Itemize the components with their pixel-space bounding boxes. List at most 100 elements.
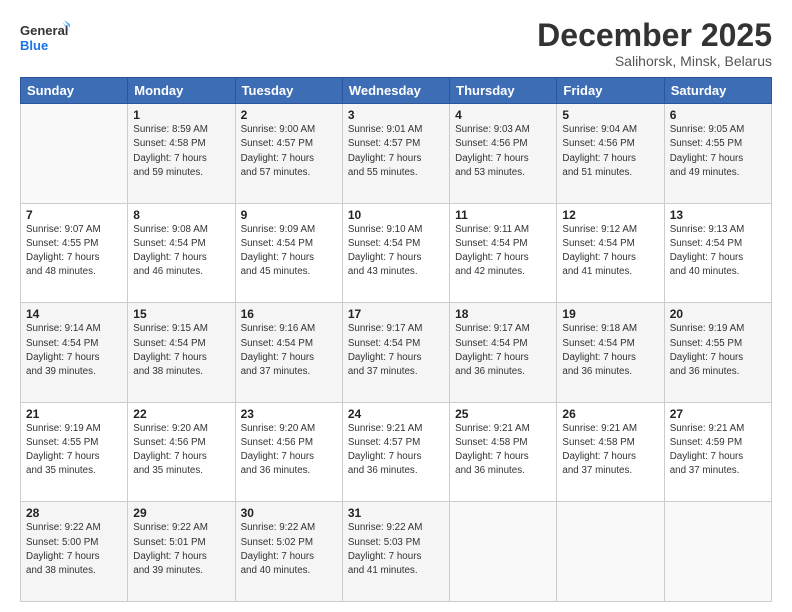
calendar-cell: 22Sunrise: 9:20 AMSunset: 4:56 PMDayligh… bbox=[128, 402, 235, 502]
calendar-cell: 11Sunrise: 9:11 AMSunset: 4:54 PMDayligh… bbox=[450, 203, 557, 303]
day-info: Sunrise: 9:21 AMSunset: 4:58 PMDaylight:… bbox=[455, 422, 551, 479]
day-info: Sunrise: 9:21 AMSunset: 4:57 PMDaylight:… bbox=[348, 422, 444, 479]
weekday-header-sunday: Sunday bbox=[21, 78, 128, 104]
weekday-header-saturday: Saturday bbox=[664, 78, 771, 104]
day-number: 20 bbox=[670, 307, 766, 321]
calendar-cell: 23Sunrise: 9:20 AMSunset: 4:56 PMDayligh… bbox=[235, 402, 342, 502]
svg-text:Blue: Blue bbox=[20, 38, 48, 53]
day-info: Sunrise: 9:15 AMSunset: 4:54 PMDaylight:… bbox=[133, 322, 229, 379]
calendar-cell: 17Sunrise: 9:17 AMSunset: 4:54 PMDayligh… bbox=[342, 303, 449, 403]
day-info: Sunrise: 9:09 AMSunset: 4:54 PMDaylight:… bbox=[241, 223, 337, 280]
weekday-header-wednesday: Wednesday bbox=[342, 78, 449, 104]
day-info: Sunrise: 9:18 AMSunset: 4:54 PMDaylight:… bbox=[562, 322, 658, 379]
main-title: December 2025 bbox=[537, 18, 772, 53]
calendar-week-4: 21Sunrise: 9:19 AMSunset: 4:55 PMDayligh… bbox=[21, 402, 772, 502]
day-info: Sunrise: 9:01 AMSunset: 4:57 PMDaylight:… bbox=[348, 123, 444, 180]
calendar-week-1: 1Sunrise: 8:59 AMSunset: 4:58 PMDaylight… bbox=[21, 104, 772, 204]
calendar-body: 1Sunrise: 8:59 AMSunset: 4:58 PMDaylight… bbox=[21, 104, 772, 602]
day-number: 7 bbox=[26, 208, 122, 222]
calendar-cell: 15Sunrise: 9:15 AMSunset: 4:54 PMDayligh… bbox=[128, 303, 235, 403]
calendar-cell: 10Sunrise: 9:10 AMSunset: 4:54 PMDayligh… bbox=[342, 203, 449, 303]
weekday-header-row: SundayMondayTuesdayWednesdayThursdayFrid… bbox=[21, 78, 772, 104]
calendar-cell: 31Sunrise: 9:22 AMSunset: 5:03 PMDayligh… bbox=[342, 502, 449, 602]
day-info: Sunrise: 9:21 AMSunset: 4:59 PMDaylight:… bbox=[670, 422, 766, 479]
day-number: 18 bbox=[455, 307, 551, 321]
calendar-cell: 16Sunrise: 9:16 AMSunset: 4:54 PMDayligh… bbox=[235, 303, 342, 403]
calendar-cell: 27Sunrise: 9:21 AMSunset: 4:59 PMDayligh… bbox=[664, 402, 771, 502]
day-info: Sunrise: 9:12 AMSunset: 4:54 PMDaylight:… bbox=[562, 223, 658, 280]
calendar-cell: 4Sunrise: 9:03 AMSunset: 4:56 PMDaylight… bbox=[450, 104, 557, 204]
day-info: Sunrise: 9:16 AMSunset: 4:54 PMDaylight:… bbox=[241, 322, 337, 379]
day-info: Sunrise: 8:59 AMSunset: 4:58 PMDaylight:… bbox=[133, 123, 229, 180]
calendar-header: SundayMondayTuesdayWednesdayThursdayFrid… bbox=[21, 78, 772, 104]
day-info: Sunrise: 9:22 AMSunset: 5:01 PMDaylight:… bbox=[133, 521, 229, 578]
day-info: Sunrise: 9:17 AMSunset: 4:54 PMDaylight:… bbox=[455, 322, 551, 379]
day-number: 12 bbox=[562, 208, 658, 222]
title-block: December 2025 Salihorsk, Minsk, Belarus bbox=[537, 18, 772, 69]
header: General Blue December 2025 Salihorsk, Mi… bbox=[20, 18, 772, 69]
day-info: Sunrise: 9:00 AMSunset: 4:57 PMDaylight:… bbox=[241, 123, 337, 180]
day-info: Sunrise: 9:19 AMSunset: 4:55 PMDaylight:… bbox=[670, 322, 766, 379]
day-number: 6 bbox=[670, 108, 766, 122]
calendar-cell: 2Sunrise: 9:00 AMSunset: 4:57 PMDaylight… bbox=[235, 104, 342, 204]
day-info: Sunrise: 9:21 AMSunset: 4:58 PMDaylight:… bbox=[562, 422, 658, 479]
weekday-header-friday: Friday bbox=[557, 78, 664, 104]
day-info: Sunrise: 9:19 AMSunset: 4:55 PMDaylight:… bbox=[26, 422, 122, 479]
day-info: Sunrise: 9:22 AMSunset: 5:03 PMDaylight:… bbox=[348, 521, 444, 578]
calendar-cell bbox=[21, 104, 128, 204]
day-info: Sunrise: 9:04 AMSunset: 4:56 PMDaylight:… bbox=[562, 123, 658, 180]
logo-svg: General Blue bbox=[20, 18, 70, 58]
day-number: 25 bbox=[455, 407, 551, 421]
day-number: 2 bbox=[241, 108, 337, 122]
calendar-cell bbox=[557, 502, 664, 602]
day-info: Sunrise: 9:08 AMSunset: 4:54 PMDaylight:… bbox=[133, 223, 229, 280]
day-info: Sunrise: 9:20 AMSunset: 4:56 PMDaylight:… bbox=[241, 422, 337, 479]
day-number: 30 bbox=[241, 506, 337, 520]
day-number: 14 bbox=[26, 307, 122, 321]
day-number: 26 bbox=[562, 407, 658, 421]
calendar-cell: 8Sunrise: 9:08 AMSunset: 4:54 PMDaylight… bbox=[128, 203, 235, 303]
day-number: 15 bbox=[133, 307, 229, 321]
calendar-cell: 6Sunrise: 9:05 AMSunset: 4:55 PMDaylight… bbox=[664, 104, 771, 204]
day-number: 28 bbox=[26, 506, 122, 520]
day-info: Sunrise: 9:13 AMSunset: 4:54 PMDaylight:… bbox=[670, 223, 766, 280]
weekday-header-tuesday: Tuesday bbox=[235, 78, 342, 104]
day-number: 16 bbox=[241, 307, 337, 321]
calendar-cell: 14Sunrise: 9:14 AMSunset: 4:54 PMDayligh… bbox=[21, 303, 128, 403]
day-info: Sunrise: 9:11 AMSunset: 4:54 PMDaylight:… bbox=[455, 223, 551, 280]
day-info: Sunrise: 9:03 AMSunset: 4:56 PMDaylight:… bbox=[455, 123, 551, 180]
day-number: 19 bbox=[562, 307, 658, 321]
day-info: Sunrise: 9:20 AMSunset: 4:56 PMDaylight:… bbox=[133, 422, 229, 479]
calendar-cell: 20Sunrise: 9:19 AMSunset: 4:55 PMDayligh… bbox=[664, 303, 771, 403]
day-number: 13 bbox=[670, 208, 766, 222]
calendar-week-5: 28Sunrise: 9:22 AMSunset: 5:00 PMDayligh… bbox=[21, 502, 772, 602]
day-info: Sunrise: 9:22 AMSunset: 5:00 PMDaylight:… bbox=[26, 521, 122, 578]
day-number: 3 bbox=[348, 108, 444, 122]
day-number: 24 bbox=[348, 407, 444, 421]
day-number: 31 bbox=[348, 506, 444, 520]
page: General Blue December 2025 Salihorsk, Mi… bbox=[0, 0, 792, 612]
day-number: 10 bbox=[348, 208, 444, 222]
calendar-cell: 25Sunrise: 9:21 AMSunset: 4:58 PMDayligh… bbox=[450, 402, 557, 502]
day-info: Sunrise: 9:05 AMSunset: 4:55 PMDaylight:… bbox=[670, 123, 766, 180]
day-number: 27 bbox=[670, 407, 766, 421]
calendar-week-3: 14Sunrise: 9:14 AMSunset: 4:54 PMDayligh… bbox=[21, 303, 772, 403]
day-info: Sunrise: 9:22 AMSunset: 5:02 PMDaylight:… bbox=[241, 521, 337, 578]
day-number: 4 bbox=[455, 108, 551, 122]
weekday-header-thursday: Thursday bbox=[450, 78, 557, 104]
logo: General Blue bbox=[20, 18, 70, 58]
day-info: Sunrise: 9:14 AMSunset: 4:54 PMDaylight:… bbox=[26, 322, 122, 379]
day-info: Sunrise: 9:10 AMSunset: 4:54 PMDaylight:… bbox=[348, 223, 444, 280]
day-number: 17 bbox=[348, 307, 444, 321]
calendar-week-2: 7Sunrise: 9:07 AMSunset: 4:55 PMDaylight… bbox=[21, 203, 772, 303]
weekday-header-monday: Monday bbox=[128, 78, 235, 104]
svg-text:General: General bbox=[20, 23, 68, 38]
calendar-cell: 21Sunrise: 9:19 AMSunset: 4:55 PMDayligh… bbox=[21, 402, 128, 502]
calendar-cell: 26Sunrise: 9:21 AMSunset: 4:58 PMDayligh… bbox=[557, 402, 664, 502]
calendar-cell bbox=[664, 502, 771, 602]
day-number: 22 bbox=[133, 407, 229, 421]
calendar-cell bbox=[450, 502, 557, 602]
calendar-cell: 3Sunrise: 9:01 AMSunset: 4:57 PMDaylight… bbox=[342, 104, 449, 204]
day-info: Sunrise: 9:07 AMSunset: 4:55 PMDaylight:… bbox=[26, 223, 122, 280]
subtitle: Salihorsk, Minsk, Belarus bbox=[537, 53, 772, 69]
